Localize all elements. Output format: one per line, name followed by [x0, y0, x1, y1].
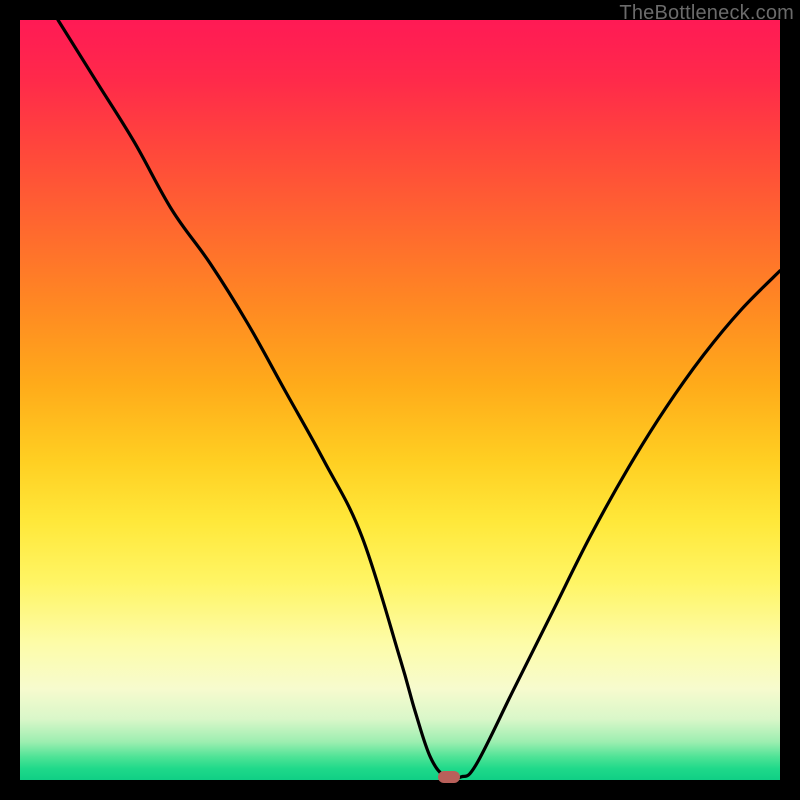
plot-area	[20, 20, 780, 780]
watermark-text: TheBottleneck.com	[619, 2, 794, 25]
chart-frame: TheBottleneck.com	[0, 0, 800, 800]
bottleneck-curve	[20, 20, 780, 780]
optimal-point-marker	[438, 771, 460, 783]
